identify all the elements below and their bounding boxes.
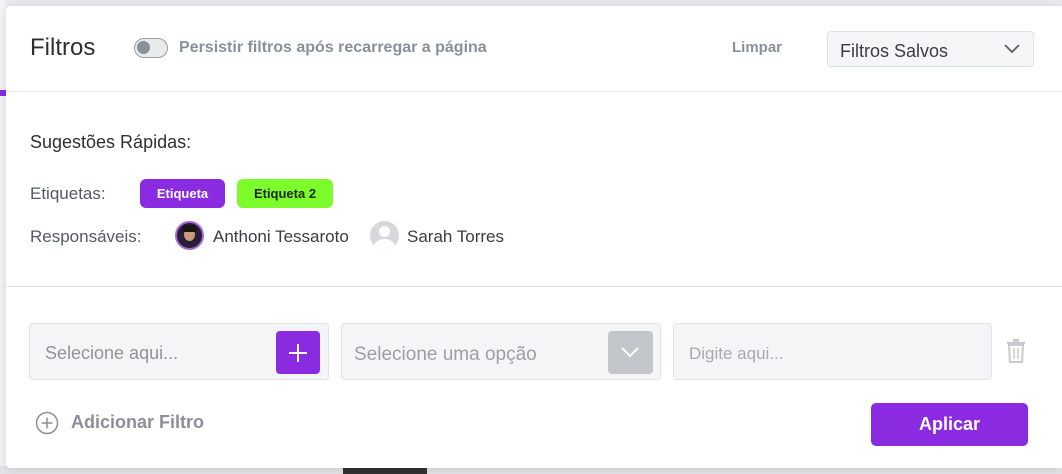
quick-suggestions-title: Sugestões Rápidas: [30, 132, 192, 152]
assignee-name-anthoni[interactable]: Anthoni Tessaroto [213, 227, 349, 247]
apply-button[interactable]: Aplicar [871, 403, 1028, 446]
filters-modal: Filtros Persistir filtros após recarrega… [6, 6, 1062, 468]
tag-chip-etiqueta[interactable]: Etiqueta [140, 179, 225, 208]
add-field-button[interactable] [276, 331, 320, 374]
plus-icon [289, 344, 307, 362]
saved-filters-select[interactable]: Filtros Salvos [827, 31, 1034, 67]
tags-label: Etiquetas: [30, 184, 106, 203]
assignees-label: Responsáveis: [30, 227, 142, 246]
clear-filters-link[interactable]: Limpar [732, 39, 782, 56]
operator-placeholder: Selecione uma opção [354, 344, 537, 365]
tag-chip-etiqueta-2[interactable]: Etiqueta 2 [237, 179, 333, 208]
field-placeholder: Selecione aqui... [45, 343, 179, 363]
section-divider [6, 286, 1062, 287]
filters-header: Filtros Persistir filtros após recarrega… [6, 6, 1062, 92]
user-icon[interactable] [370, 221, 399, 250]
persist-filters-label: Persistir filtros após recarregar a pági… [179, 39, 487, 56]
trash-icon[interactable] [1006, 339, 1026, 363]
chevron-down-icon [1004, 44, 1020, 54]
filter-value-input[interactable]: Digite aqui... [673, 323, 992, 380]
add-circle-icon[interactable] [35, 411, 59, 435]
assignee-name-sarah[interactable]: Sarah Torres [407, 227, 504, 247]
add-filter-button[interactable]: Adicionar Filtro [71, 412, 204, 433]
avatar[interactable] [175, 221, 204, 250]
background-card [343, 468, 427, 474]
chevron-down-icon [621, 347, 639, 358]
persist-filters-toggle[interactable] [134, 38, 168, 58]
value-placeholder: Digite aqui... [689, 344, 784, 363]
toggle-knob [137, 41, 150, 54]
operator-dropdown-button[interactable] [608, 331, 653, 374]
filter-operator-select[interactable]: Selecione uma opção [341, 323, 661, 380]
saved-filters-value: Filtros Salvos [840, 41, 949, 61]
modal-title: Filtros [30, 34, 96, 61]
filter-field-select[interactable]: Selecione aqui... [29, 323, 329, 380]
